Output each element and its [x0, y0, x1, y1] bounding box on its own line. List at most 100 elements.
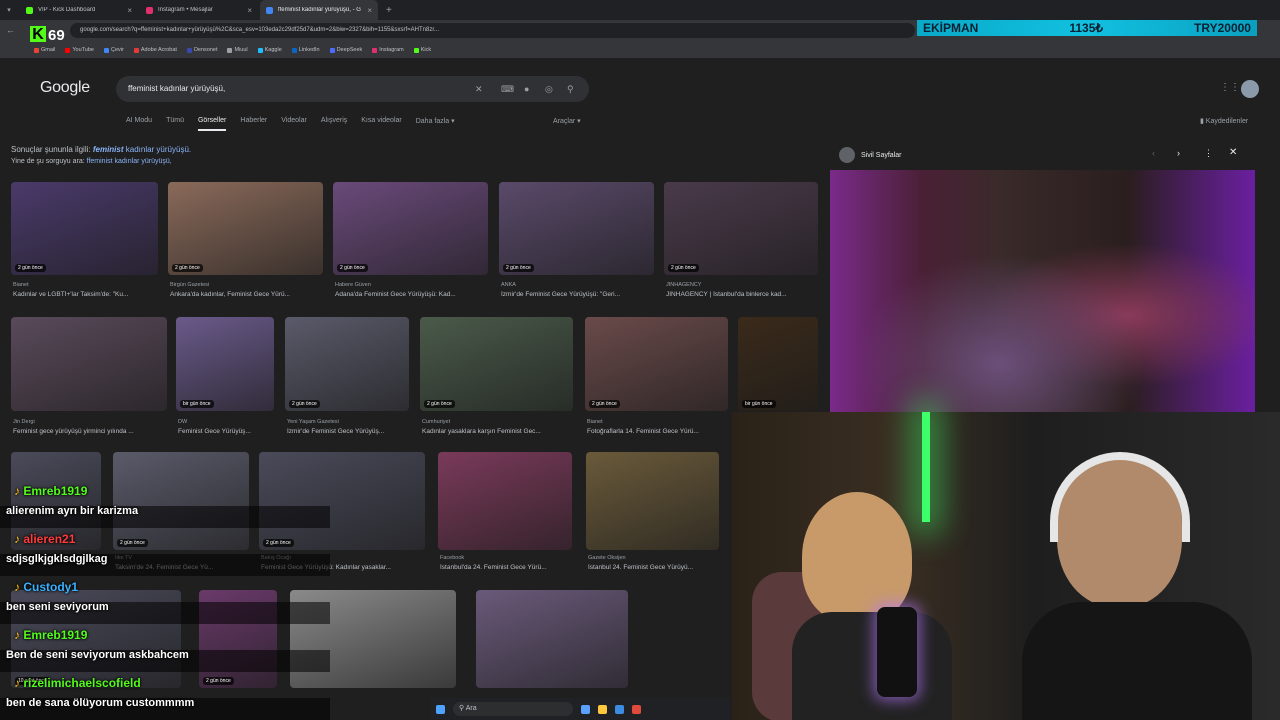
- more-options-icon[interactable]: ⋮: [1204, 148, 1213, 159]
- tab-short-videos[interactable]: Kısa videolar: [361, 117, 401, 131]
- result-source[interactable]: Bianet: [13, 282, 29, 288]
- bookmark-item[interactable]: DeepSeek: [329, 47, 362, 53]
- tab-kick[interactable]: VIP - Kick Dashboard ×: [20, 0, 138, 20]
- result-source[interactable]: Gazete Oksijen: [588, 555, 626, 561]
- result-caption[interactable]: İstanbul 24. Feminist Gece Yürüyü...: [588, 564, 725, 571]
- tab-all[interactable]: Tümü: [166, 117, 184, 131]
- tab-news[interactable]: Haberler: [240, 117, 267, 131]
- result-source[interactable]: Habere Güven: [335, 282, 371, 288]
- search-icon[interactable]: ⚲: [567, 84, 574, 95]
- result-source[interactable]: Jin Dergi: [13, 419, 35, 425]
- chat-username[interactable]: ♪ rizelimichaelscofield: [14, 676, 141, 690]
- search-input[interactable]: ffeminist kadınlar yürüyüşü,: [116, 76, 589, 102]
- result-source[interactable]: Bianet: [587, 419, 603, 425]
- taskbar-search[interactable]: ⚲ Ara: [453, 702, 573, 716]
- result-caption[interactable]: Adana'da Feminist Gece Yürüyüşü: Kad...: [335, 291, 494, 298]
- preview-site-name[interactable]: Sivil Sayfalar: [861, 152, 901, 159]
- result-source[interactable]: Yeni Yaşam Gazetesi: [287, 419, 339, 425]
- tab-videos[interactable]: Videolar: [281, 117, 307, 131]
- new-tab-icon[interactable]: +: [386, 5, 392, 16]
- image-result[interactable]: 2 gün önce: [333, 182, 488, 275]
- url-field[interactable]: google.com/search?q=ffeminist+kadınlar+y…: [70, 23, 915, 38]
- image-result[interactable]: [438, 452, 572, 550]
- tab-instagram[interactable]: Instagram • Mesajlar ×: [140, 0, 258, 20]
- result-caption[interactable]: Fotoğraflarla 14. Feminist Gece Yürü...: [587, 428, 734, 435]
- file-explorer-icon[interactable]: [598, 704, 607, 714]
- microphone-icon[interactable]: ●: [524, 84, 529, 94]
- tab-google[interactable]: ffeminist kadınlar yürüyüşü, - G ×: [260, 0, 378, 20]
- image-result[interactable]: 2 gün önce: [499, 182, 654, 275]
- bookmark-item[interactable]: YouTube: [65, 47, 94, 53]
- clear-search-icon[interactable]: ✕: [475, 84, 483, 95]
- tab-more[interactable]: Daha fazla ▾: [416, 117, 455, 131]
- avatar[interactable]: [1241, 80, 1259, 98]
- image-result[interactable]: 2 gün önce: [113, 452, 249, 550]
- close-tab-icon[interactable]: ×: [247, 6, 252, 15]
- result-caption[interactable]: Kadınlar yasaklara karşın Feminist Gec..…: [422, 428, 579, 435]
- image-result[interactable]: 2 gün önce: [168, 182, 323, 275]
- apps-grid-icon[interactable]: ⋮⋮: [1220, 82, 1240, 93]
- image-result[interactable]: 2 gün önce: [11, 182, 158, 275]
- chrome-icon[interactable]: [632, 704, 641, 714]
- chat-username[interactable]: ♪ Custody1: [14, 580, 78, 594]
- bookmark-item[interactable]: Kaggle: [257, 47, 282, 53]
- result-source[interactable]: ANKA: [501, 282, 516, 288]
- result-caption[interactable]: Feminist Gece Yürüyüş...: [178, 428, 280, 435]
- previous-icon[interactable]: ‹: [1152, 148, 1155, 158]
- result-caption[interactable]: Feminist gece yürüyüşü yirminci yılında …: [13, 428, 173, 435]
- result-caption[interactable]: İzmir'de Feminist Gece Yürüyüş...: [287, 428, 415, 435]
- tab-shopping[interactable]: Alışveriş: [321, 117, 347, 131]
- bookmark-item[interactable]: Instagram: [372, 47, 404, 53]
- suggest-bold[interactable]: feminist: [93, 145, 124, 154]
- bookmark-item[interactable]: Densonet: [186, 47, 217, 53]
- original-query-link[interactable]: ffeminist kadınlar yürüyüşü,: [87, 158, 172, 165]
- result-source[interactable]: Cumhuriyet: [422, 419, 450, 425]
- result-source[interactable]: Birgün Gazetesi: [170, 282, 209, 288]
- result-source[interactable]: JINHAGENCY: [666, 282, 701, 288]
- chat-username[interactable]: ♪ alieren21: [14, 532, 75, 546]
- image-result[interactable]: [476, 590, 628, 688]
- bookmark-item[interactable]: Çevir: [104, 47, 124, 53]
- image-result[interactable]: bir gün önce: [176, 317, 274, 411]
- close-tab-icon[interactable]: ×: [367, 6, 372, 15]
- tab-ai-mode[interactable]: AI Modu: [126, 117, 152, 131]
- lens-icon[interactable]: ◎: [545, 84, 553, 95]
- result-caption[interactable]: Ankara'da kadınlar, Feminist Gece Yürü..…: [170, 291, 329, 298]
- chat-username[interactable]: ♪ Emreb1919: [14, 484, 87, 498]
- tools-button[interactable]: Araçlar ▾: [553, 117, 581, 125]
- preview-image[interactable]: [830, 170, 1255, 412]
- close-preview-icon[interactable]: ✕: [1229, 147, 1237, 158]
- tab-images[interactable]: Görseller: [197, 117, 227, 131]
- image-result[interactable]: 2 gün önce: [285, 317, 409, 411]
- keyboard-icon[interactable]: ⌨: [501, 84, 514, 95]
- tab-search-icon[interactable]: ▾: [0, 6, 18, 14]
- image-result[interactable]: 2 gün önce: [664, 182, 818, 275]
- result-caption[interactable]: İzmir'de Feminist Gece Yürüyüşü: "Geri..…: [501, 291, 660, 298]
- edge-icon[interactable]: [615, 704, 624, 714]
- chat-username[interactable]: ♪ Emreb1919: [14, 628, 87, 642]
- bookmark-item[interactable]: Kick: [413, 47, 431, 53]
- image-result[interactable]: 2 gün önce: [585, 317, 728, 411]
- image-result[interactable]: [11, 317, 167, 411]
- bookmark-item[interactable]: LinkedIn: [291, 47, 320, 53]
- back-icon[interactable]: ←: [6, 25, 15, 35]
- image-result[interactable]: 2 gün önce: [420, 317, 573, 411]
- suggest-rest[interactable]: kadınlar yürüyüşü.: [126, 145, 191, 154]
- saved-button[interactable]: ▮ Kaydedilenler: [1200, 117, 1248, 125]
- image-result[interactable]: [586, 452, 719, 550]
- next-icon[interactable]: ›: [1177, 148, 1180, 158]
- result-caption[interactable]: İstanbul'da 24. Feminist Gece Yürü...: [440, 564, 578, 571]
- start-icon[interactable]: [436, 704, 445, 714]
- result-source[interactable]: Facebook: [440, 555, 464, 561]
- image-result[interactable]: bir gün önce: [738, 317, 818, 411]
- result-source[interactable]: DW: [178, 419, 187, 425]
- bookmark-item[interactable]: Adobe Acrobat: [133, 47, 177, 53]
- image-result[interactable]: 2 gün önce: [259, 452, 425, 550]
- close-tab-icon[interactable]: ×: [127, 6, 132, 15]
- result-caption[interactable]: Kadınlar ve LGBTİ+'lar Taksim'de: "Ku...: [13, 291, 164, 298]
- result-caption[interactable]: JINHAGENCY | İstanbul'da binlerce kad...: [666, 291, 824, 298]
- copilot-icon[interactable]: [581, 704, 590, 714]
- google-logo[interactable]: Google: [40, 79, 90, 97]
- bookmark-item[interactable]: Gmail: [34, 47, 55, 53]
- bookmark-item[interactable]: Miuul: [227, 47, 248, 53]
